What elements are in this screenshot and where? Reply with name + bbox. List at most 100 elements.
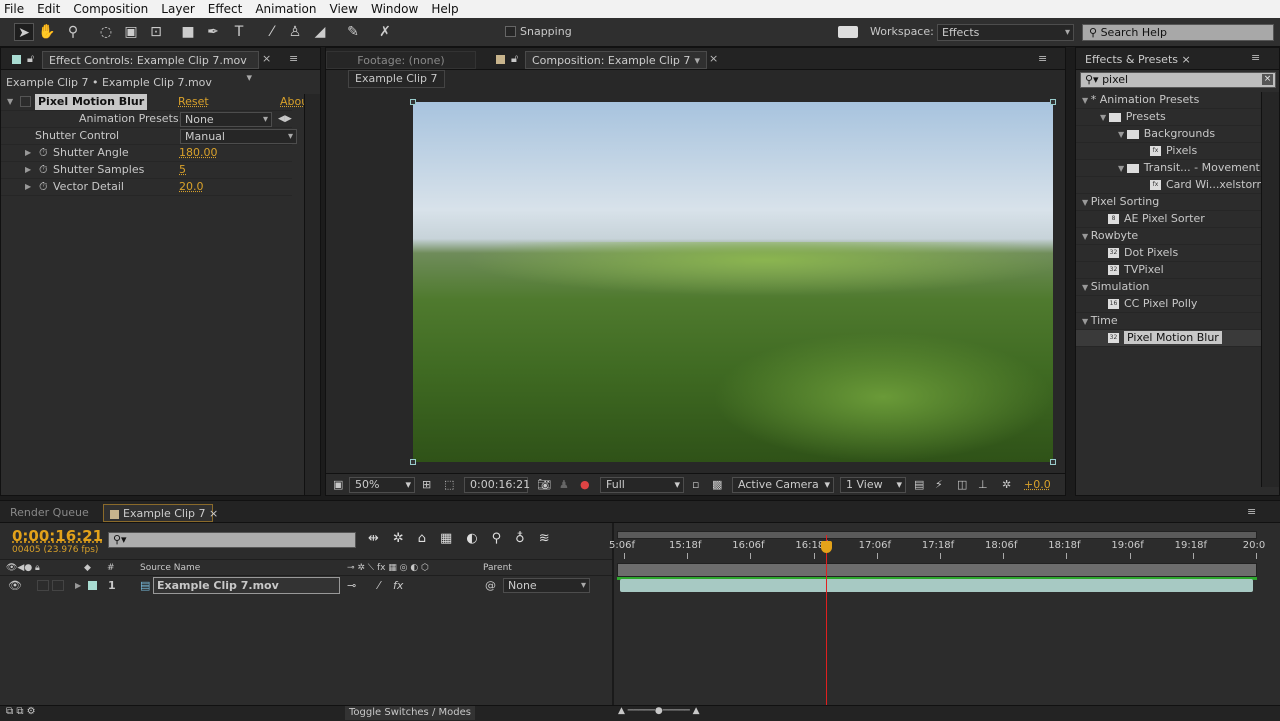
effects-tree-item[interactable]: ▼ Transit... - Movement: [1076, 160, 1263, 177]
pen-tool-icon[interactable]: ✒: [203, 23, 223, 41]
roto-brush-tool-icon[interactable]: ✎: [343, 23, 363, 41]
layer-duration-bar[interactable]: [620, 579, 1253, 592]
fx-toggle-checkbox[interactable]: [20, 96, 31, 107]
current-time-display[interactable]: 0:00:16:21: [464, 477, 530, 493]
panel-menu-icon[interactable]: ≡: [1251, 51, 1260, 64]
tab-effect-controls[interactable]: Effect Controls: Example Clip 7.mov ▾: [42, 51, 259, 84]
region-of-interest-icon[interactable]: ▫: [692, 478, 699, 491]
stopwatch-icon[interactable]: ⏱︎: [39, 145, 48, 161]
effects-tree-item[interactable]: ▼ Pixel Sorting: [1076, 194, 1263, 211]
layer-label-color[interactable]: [88, 581, 97, 590]
visibility-eye-icon[interactable]: 👁︎: [8, 577, 22, 594]
clear-search-icon[interactable]: ×: [1262, 74, 1273, 85]
stopwatch-icon[interactable]: ⏱︎: [39, 179, 48, 195]
panel-menu-icon[interactable]: ≡: [289, 52, 298, 65]
solo-toggle[interactable]: [52, 580, 64, 591]
time-navigator[interactable]: [617, 531, 1257, 539]
snapshot-icon[interactable]: 📷︎: [537, 478, 551, 491]
stopwatch-icon[interactable]: ⏱︎: [39, 162, 48, 178]
expand-triangle-icon[interactable]: ▼: [1118, 130, 1127, 139]
tab-render-queue[interactable]: Render Queue: [4, 504, 90, 522]
comp-breadcrumb[interactable]: Example Clip 7: [348, 70, 445, 88]
exposure-value[interactable]: +0.0: [1024, 478, 1051, 491]
workspace-options-icon[interactable]: [838, 26, 858, 38]
menu-view[interactable]: View: [330, 2, 358, 16]
expand-triangle-icon[interactable]: ▶: [25, 145, 31, 161]
parent-dropdown[interactable]: None: [503, 578, 590, 593]
effects-search-input[interactable]: ⚲▾ pixel ×: [1080, 72, 1276, 88]
effects-tree-item[interactable]: fx Pixels: [1076, 143, 1263, 160]
menu-window[interactable]: Window: [371, 2, 418, 16]
layer-row[interactable]: 👁︎ ▶ 1 ▤ Example Clip 7.mov ⊸ ⁄ fx @ Non…: [0, 577, 612, 595]
time-ruler[interactable]: 5:06f 15:18f 16:06f 16:18f 17:06f 17:18f 18:06…: [609, 527, 1265, 580]
expand-triangle-icon[interactable]: ▼: [1082, 232, 1091, 241]
reset-exposure-icon[interactable]: ✲: [1002, 478, 1011, 491]
lock-icon[interactable]: 🔓︎: [511, 52, 518, 66]
effects-tree-item[interactable]: ▼ Presets: [1076, 109, 1263, 126]
selection-tool-icon[interactable]: ➤: [14, 23, 34, 41]
expand-triangle-icon[interactable]: ▼: [1082, 283, 1091, 292]
workspace-dropdown[interactable]: Effects: [937, 24, 1074, 41]
timeline-bottom-icons[interactable]: ⧉ ⧉ ⚙: [6, 706, 36, 717]
transform-handle[interactable]: [1050, 99, 1056, 105]
eraser-tool-icon[interactable]: ◢: [310, 23, 330, 41]
pixel-aspect-icon[interactable]: ▤: [914, 478, 924, 491]
expand-triangle-icon[interactable]: ▼: [1082, 198, 1091, 207]
effects-tree-item[interactable]: 32 Dot Pixels: [1076, 245, 1263, 262]
quality-switch-icon[interactable]: ⁄: [378, 577, 380, 594]
work-area-bar[interactable]: [617, 563, 1257, 577]
effects-tree-item[interactable]: ▼ Rowbyte: [1076, 228, 1263, 245]
close-icon[interactable]: ×: [262, 52, 271, 65]
video-frame[interactable]: [413, 102, 1053, 462]
show-snapshot-icon[interactable]: ♟: [559, 478, 569, 491]
effects-tree-item[interactable]: fx Card Wi...xelstorm: [1076, 177, 1267, 194]
shutter-control-dropdown[interactable]: Manual: [180, 129, 297, 144]
expand-triangle-icon[interactable]: ▼: [1100, 113, 1109, 122]
fast-previews-icon[interactable]: ⚡: [935, 478, 943, 491]
playhead[interactable]: [820, 535, 832, 721]
mask-visibility-icon[interactable]: ⬚: [444, 478, 454, 491]
panel-menu-icon[interactable]: ≡: [1247, 505, 1256, 518]
channels-icon[interactable]: ●: [580, 478, 590, 491]
panel-menu-icon[interactable]: ≡: [1038, 52, 1047, 65]
magnification-dropdown[interactable]: 50% ▾: [349, 477, 415, 493]
audio-toggle[interactable]: [37, 580, 49, 591]
search-help-input[interactable]: ⚲ Search Help: [1082, 24, 1274, 41]
close-icon[interactable]: ×: [709, 52, 718, 65]
tab-effects-presets[interactable]: Effects & Presets ×: [1079, 51, 1191, 69]
transform-handle[interactable]: [1050, 459, 1056, 465]
always-preview-icon[interactable]: ▣: [333, 478, 343, 491]
scrollbar[interactable]: [304, 94, 320, 495]
menu-effect[interactable]: Effect: [208, 2, 243, 16]
param-value[interactable]: 20.0: [179, 179, 204, 195]
timeline-icon[interactable]: ◫: [957, 478, 967, 491]
hand-tool-icon[interactable]: ✋: [37, 23, 57, 41]
zoom-slider[interactable]: ▲ ─────●───── ▲: [618, 706, 718, 720]
clone-stamp-tool-icon[interactable]: ♙: [285, 23, 305, 41]
safe-zones-icon[interactable]: ⊞: [422, 478, 431, 491]
toggle-switches-modes-button[interactable]: Toggle Switches / Modes: [345, 706, 475, 720]
resolution-dropdown[interactable]: Full ▾: [600, 477, 684, 493]
collapse-triangle-icon[interactable]: ▼: [7, 94, 13, 110]
effects-tree-item[interactable]: ▼ Time: [1076, 313, 1263, 330]
column-source-name[interactable]: Source Name: [140, 560, 200, 576]
param-value[interactable]: 180.00: [179, 145, 218, 161]
menu-layer[interactable]: Layer: [161, 2, 194, 16]
effects-tree-item[interactable]: 16 CC Pixel Polly: [1076, 296, 1263, 313]
expand-triangle-icon[interactable]: ▶: [25, 179, 31, 195]
current-time[interactable]: 0:00:16:21: [12, 527, 103, 545]
pan-behind-tool-icon[interactable]: ⊡: [146, 23, 166, 41]
menu-file[interactable]: File: [4, 2, 24, 16]
effects-tree-item[interactable]: 32 Pixel Motion Blur: [1076, 330, 1263, 347]
menu-composition[interactable]: Composition: [73, 2, 148, 16]
playhead-handle[interactable]: [820, 541, 832, 553]
tab-composition[interactable]: Composition: Example Clip 7 ▾: [525, 51, 707, 69]
fx-switch-icon[interactable]: fx: [393, 577, 403, 594]
expand-triangle-icon[interactable]: ▶: [75, 577, 81, 594]
puppet-pin-tool-icon[interactable]: ✗: [375, 23, 395, 41]
shy-switch-icon[interactable]: ⊸: [347, 577, 356, 594]
scrollbar[interactable]: [1261, 92, 1279, 487]
effects-tree-item[interactable]: ▼ * Animation Presets: [1076, 92, 1263, 109]
expand-triangle-icon[interactable]: ▶: [25, 162, 31, 178]
tab-footage[interactable]: Footage: (none): [326, 51, 476, 69]
